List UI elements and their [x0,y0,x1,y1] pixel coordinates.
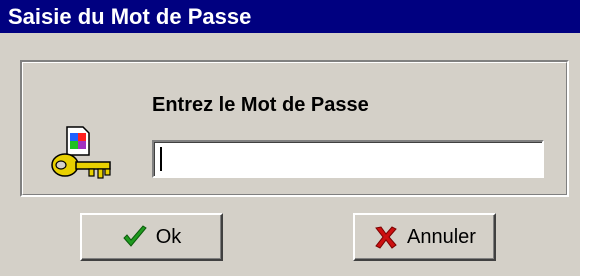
window-title: Saisie du Mot de Passe [0,0,580,33]
key-icon [51,126,111,179]
ok-button-label: Ok [155,225,182,248]
checkmark-icon [123,225,147,247]
text-caret [160,147,162,171]
password-panel: Entrez le Mot de Passe [20,60,569,197]
cancel-button-label: Annuler [407,225,476,248]
ok-button[interactable]: Ok [80,213,223,261]
cancel-button[interactable]: Annuler [353,213,496,261]
x-icon [375,226,397,249]
password-dialog: Saisie du Mot de Passe Entrez le Mot de … [0,0,580,276]
password-prompt-label: Entrez le Mot de Passe [152,94,369,116]
password-input[interactable] [152,140,544,178]
